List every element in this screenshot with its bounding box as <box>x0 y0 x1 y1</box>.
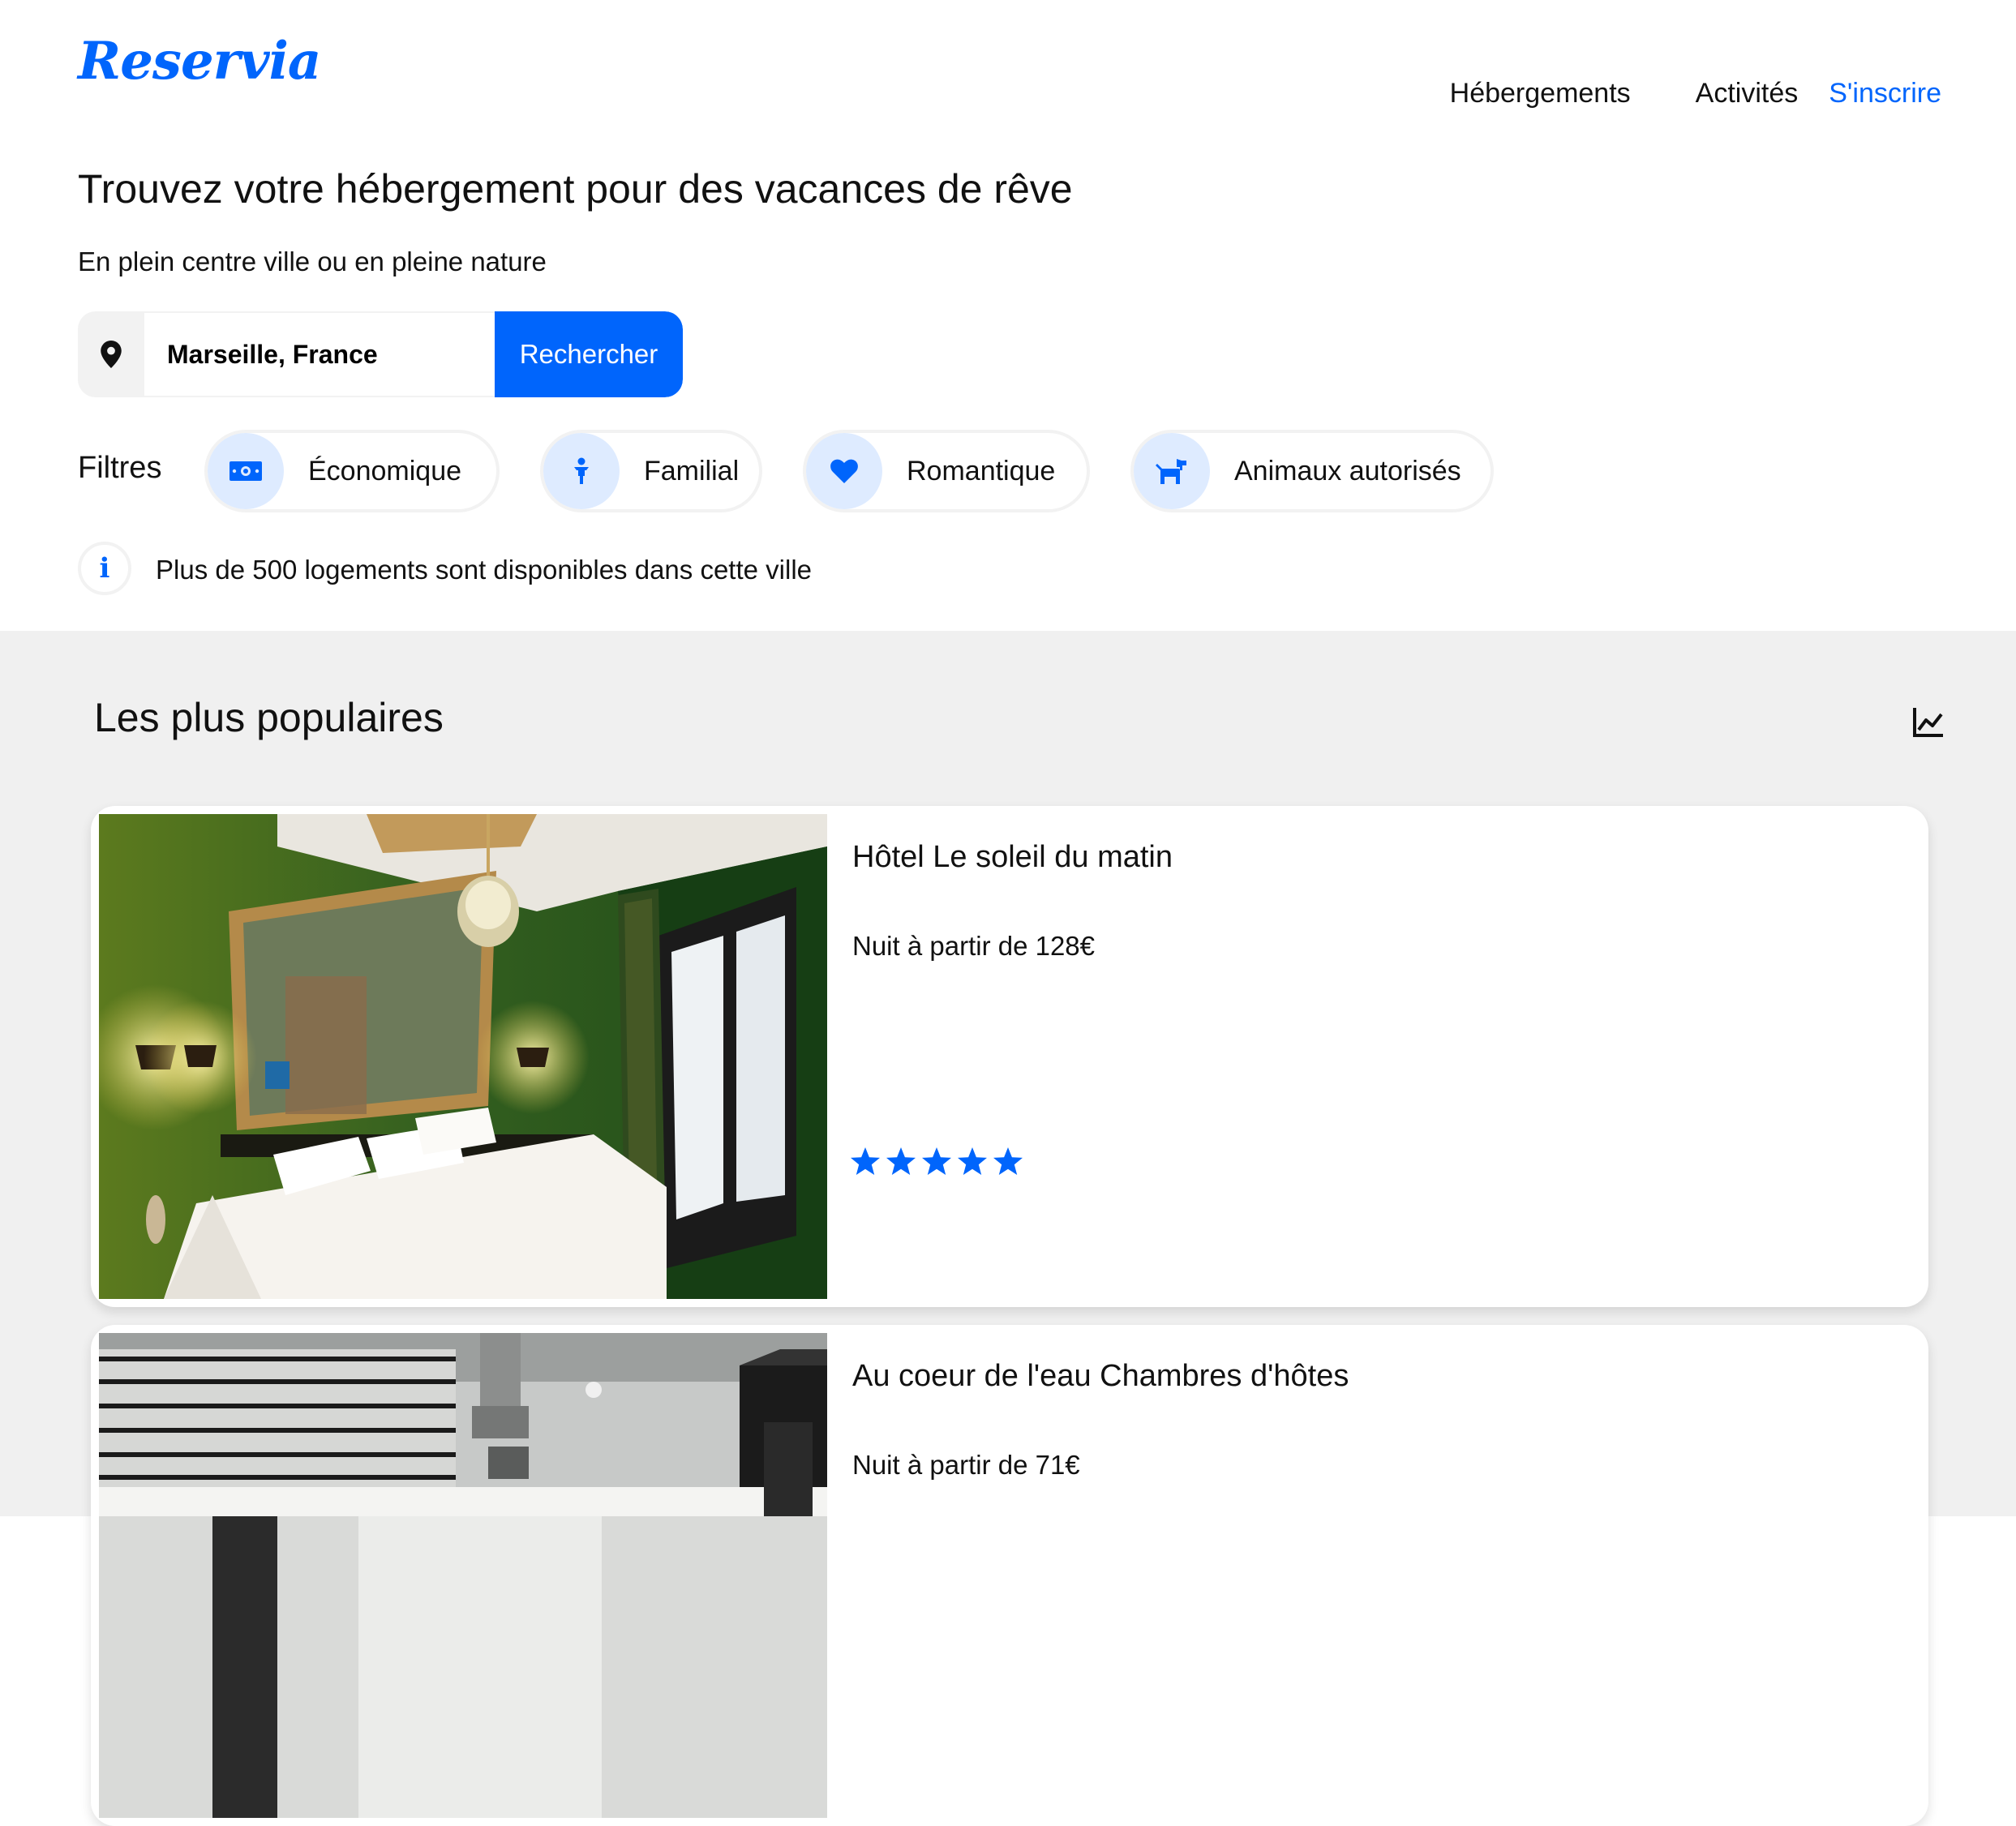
filter-romantique[interactable]: Romantique <box>803 430 1090 512</box>
search-input[interactable] <box>144 311 495 397</box>
filter-label: Romantique <box>907 455 1056 487</box>
popular-section: Les plus populaires Hôtel Le soleil du m… <box>0 631 2016 1826</box>
section-title: Les plus populaires <box>94 695 444 740</box>
star-icon <box>958 1147 987 1175</box>
filter-animaux[interactable]: Animaux autorisés <box>1130 430 1494 512</box>
accommodation-name[interactable]: Hôtel Le soleil du matin <box>852 840 1173 875</box>
search-bar: Rechercher <box>78 311 683 397</box>
availability-info: Plus de 500 logements sont disponibles d… <box>156 555 812 585</box>
accommodation-name[interactable]: Au coeur de l'eau Chambres d'hôtes <box>852 1359 1349 1394</box>
money-icon <box>208 433 284 509</box>
nav-link-hebergements[interactable]: Hébergements <box>1450 78 1631 109</box>
star-icon <box>993 1147 1023 1175</box>
hotel-room-photo <box>99 814 827 1299</box>
accommodation-card[interactable]: Au coeur de l'eau Chambres d'hôtes Nuit … <box>91 1325 1928 1826</box>
main-nav: Hébergements Activités S'inscrire <box>1450 78 1941 109</box>
filter-label: Économique <box>308 455 462 487</box>
star-icon <box>886 1147 916 1175</box>
child-icon <box>543 433 620 509</box>
accommodation-price: Nuit à partir de 71€ <box>852 1450 1080 1480</box>
reservia-logo[interactable]: Reservia <box>78 31 321 92</box>
dog-icon <box>1134 433 1210 509</box>
heart-icon <box>806 433 882 509</box>
search-button[interactable]: Rechercher <box>495 311 683 397</box>
accommodation-price: Nuit à partir de 128€ <box>852 931 1096 961</box>
star-icon <box>922 1147 951 1175</box>
filters-label: Filtres <box>78 451 162 485</box>
filter-label: Familial <box>644 455 740 487</box>
page-title: Trouvez votre hébergement pour des vacan… <box>78 166 1073 212</box>
nav-link-activites[interactable]: Activités <box>1696 78 1799 109</box>
filter-label: Animaux autorisés <box>1234 455 1461 487</box>
map-pin-icon <box>78 311 144 397</box>
star-icon <box>851 1147 880 1175</box>
signup-link[interactable]: S'inscrire <box>1829 78 1941 109</box>
filter-economique[interactable]: Économique <box>204 430 500 512</box>
accommodation-card[interactable]: Hôtel Le soleil du matin Nuit à partir d… <box>91 806 1928 1307</box>
guesthouse-room-photo <box>99 1333 827 1818</box>
info-icon: i <box>78 542 131 595</box>
filter-familial[interactable]: Familial <box>540 430 762 512</box>
page-subtitle: En plein centre ville ou en pleine natur… <box>78 246 547 276</box>
rating-stars <box>850 1147 1023 1176</box>
chart-line-icon[interactable] <box>1911 704 1946 739</box>
